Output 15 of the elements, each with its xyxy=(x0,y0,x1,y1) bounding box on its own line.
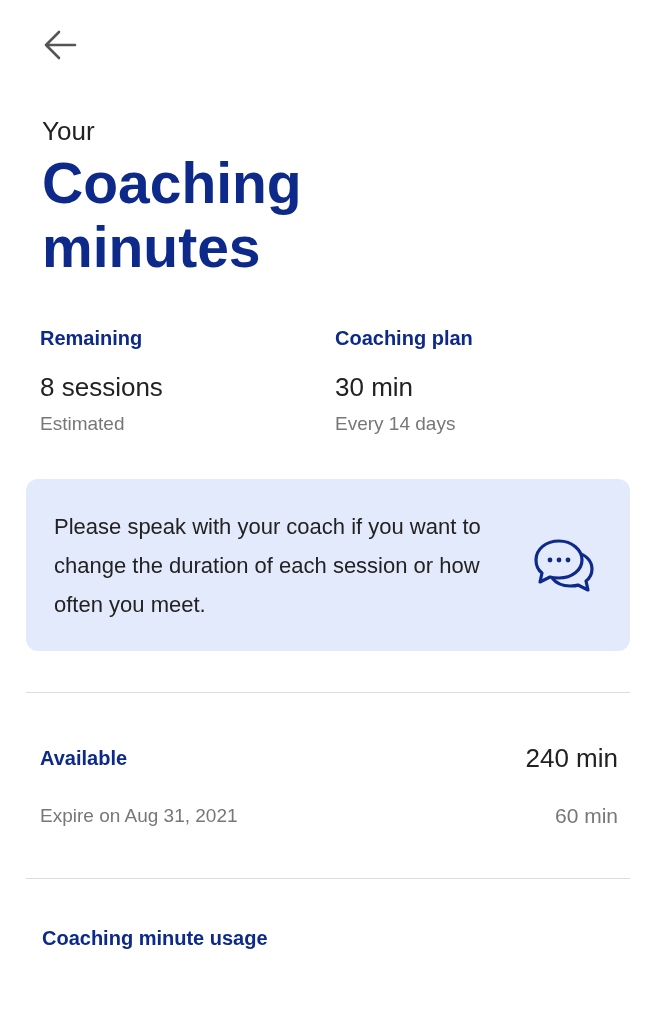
available-label: Available xyxy=(40,747,128,770)
info-text: Please speak with your coach if you want to change the duration of each session or how often you meet. xyxy=(54,512,482,619)
summary-label: Remaining xyxy=(40,327,144,350)
summary-note: Every 14 days xyxy=(335,413,457,435)
expiring-minutes: 60 min xyxy=(554,804,618,828)
back-icon[interactable] xyxy=(43,30,77,60)
summary-value: 30 min xyxy=(335,372,415,403)
section-title: Coaching minute usage xyxy=(42,927,269,950)
summary-note: Estimated xyxy=(40,413,126,435)
expiry-text: Expire on Aug 31, 2021 xyxy=(40,805,238,827)
summary-label: Coaching plan xyxy=(335,327,474,350)
available-total: 240 min xyxy=(525,743,618,774)
page-title: Coaching minutes xyxy=(42,151,303,279)
eyebrow-text: Your xyxy=(42,116,96,147)
summary-value: 8 sessions xyxy=(40,372,164,403)
